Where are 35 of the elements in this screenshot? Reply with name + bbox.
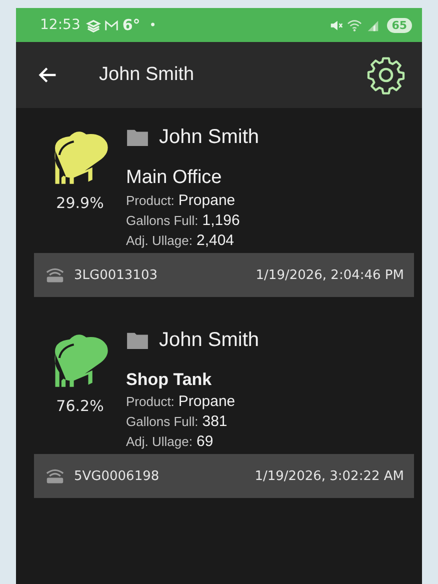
detail-value: 1,196	[202, 212, 240, 229]
status-time: 12:53	[40, 17, 80, 33]
detail-value: 381	[202, 413, 228, 430]
router-icon	[44, 266, 66, 284]
folder-icon	[126, 128, 149, 147]
tank-name: Shop Tank	[126, 370, 213, 390]
fill-percentage: 29.9%	[56, 194, 104, 212]
detail-label: Adj. Ullage:	[126, 434, 192, 449]
detail-label: Product:	[126, 394, 174, 409]
detail-label: Gallons Full:	[126, 414, 198, 429]
reading-timestamp: 1/19/2026, 3:02:22 AM	[254, 468, 404, 484]
reading-timestamp: 1/19/2026, 2:04:46 PM	[256, 268, 404, 282]
detail-value: 69	[196, 433, 214, 450]
status-temperature: 6°	[122, 16, 140, 34]
status-dot: •	[149, 18, 156, 32]
stack-icon	[86, 18, 102, 32]
app-title: John Smith	[99, 64, 194, 86]
settings-icon[interactable]	[366, 55, 406, 95]
customer-name: John Smith	[159, 329, 260, 352]
battery-indicator: 65	[386, 18, 412, 32]
router-icon	[44, 467, 66, 485]
detail-value: Propane	[178, 192, 236, 209]
customer-name: John Smith	[159, 126, 260, 149]
mail-icon	[104, 18, 120, 32]
wifi-icon	[346, 18, 362, 32]
detail-label: Adj. Ullage:	[126, 233, 192, 248]
detail-label: Product:	[126, 193, 174, 208]
detail-label: Gallons Full:	[126, 213, 198, 228]
device-id: 3LG0013103	[74, 268, 158, 282]
detail-value: 2,404	[196, 232, 234, 249]
folder-icon	[126, 331, 149, 350]
device-id: 5VG0006198	[74, 468, 160, 484]
tank-name: Main Office	[126, 167, 223, 189]
fill-percentage: 76.2%	[56, 397, 104, 415]
detail-value: Propane	[178, 393, 236, 410]
